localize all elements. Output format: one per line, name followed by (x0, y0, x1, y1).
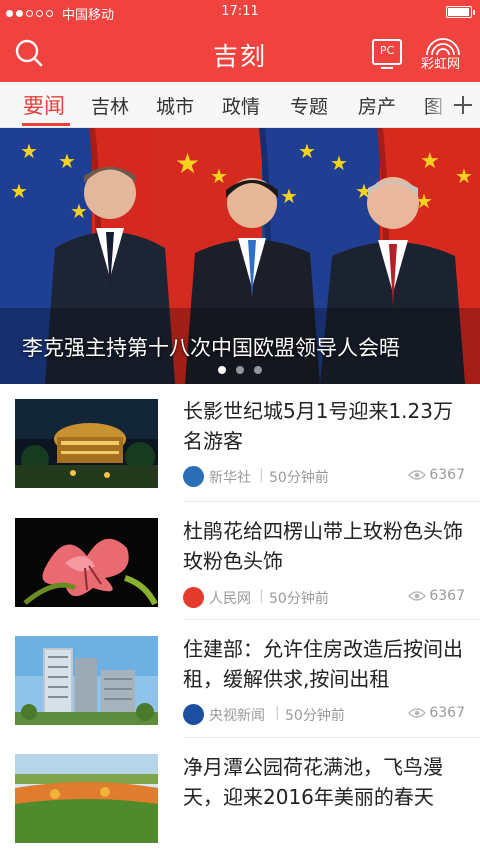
tab-jilin[interactable]: 吉林 (91, 92, 129, 119)
tab-politics[interactable]: 政情 (222, 92, 260, 119)
news-meta: 新华社 | 50分钟前 6367 (183, 466, 468, 488)
tab-special[interactable]: 专题 (290, 92, 328, 119)
list-item[interactable]: 净月潭公园荷花满池，飞鸟漫天，迎来2016年美丽的春天 (0, 738, 480, 856)
view-count: 6367 (408, 588, 465, 604)
add-channel-button[interactable] (446, 82, 480, 127)
source-logo-icon (183, 587, 204, 608)
news-headline: 住建部：允许住房改造后按间出租，缓解供求,按间出租 (183, 637, 463, 691)
tab-real-estate[interactable]: 房产 (358, 92, 396, 119)
news-headline: 净月潭公园荷花满池，飞鸟漫天，迎来2016年美丽的春天 (183, 755, 443, 809)
pagination-dot[interactable] (218, 366, 226, 374)
category-tabs: 要闻 吉林 城市 政情 专题 房产 图 (0, 82, 480, 128)
news-meta: 人民网 | 50分钟前 6367 (183, 587, 468, 609)
status-time: 17:11 (221, 4, 259, 19)
news-headline: 杜鹃花给四楞山带上玫粉色头饰玫粉色头饰 (183, 519, 463, 573)
svg-text:★: ★ (70, 199, 88, 223)
news-time: 50分钟前 (285, 708, 345, 724)
view-count: 6367 (408, 467, 465, 483)
view-count-value: 6367 (429, 588, 465, 604)
battery-icon (446, 6, 475, 18)
svg-text:★: ★ (210, 164, 228, 188)
news-thumbnail (15, 518, 158, 607)
pagination-dot[interactable] (254, 366, 262, 374)
svg-text:★: ★ (420, 149, 440, 174)
page-title: 吉刻 (212, 42, 267, 71)
list-item[interactable]: 杜鹃花给四楞山带上玫粉色头饰玫粉色头饰 人民网 | 50分钟前 6367 (0, 502, 480, 620)
news-time: 50分钟前 (269, 591, 329, 607)
source-logo-icon (183, 466, 204, 487)
separator: | (259, 467, 264, 483)
svg-text:★: ★ (10, 179, 28, 203)
svg-text:★: ★ (58, 149, 76, 173)
pc-button[interactable]: PC (372, 39, 402, 69)
svg-text:★: ★ (455, 164, 473, 188)
eye-icon (408, 470, 427, 480)
source-logo-icon (183, 704, 204, 725)
view-count-value: 6367 (429, 467, 465, 483)
news-source: 央视新闻 (209, 708, 265, 724)
status-bar: 中国移动 17:11 (0, 0, 480, 24)
view-count-value: 6367 (429, 705, 465, 721)
rainbow-label: 彩虹网 (421, 57, 461, 72)
news-thumbnail (15, 754, 158, 843)
separator: | (259, 588, 264, 604)
view-count: 6367 (408, 705, 465, 721)
svg-text:★: ★ (20, 139, 38, 163)
news-source: 新华社 (209, 470, 251, 486)
tab-yaowen[interactable]: 要闻 (23, 90, 65, 120)
banner-caption: 李克强主持第十八次中国欧盟领导人会晤 (22, 336, 400, 360)
separator: | (275, 705, 280, 721)
eye-icon (408, 708, 427, 718)
news-thumbnail (15, 399, 158, 488)
active-tab-indicator (22, 123, 70, 126)
banner-pagination (218, 366, 262, 374)
news-meta: 央视新闻 | 50分钟前 6367 (183, 704, 468, 726)
rainbow-site-button[interactable]: 彩虹网 (418, 36, 468, 72)
svg-text:★: ★ (298, 139, 316, 163)
svg-text:★: ★ (175, 147, 200, 180)
news-source: 人民网 (209, 591, 251, 607)
news-headline: 长影世纪城5月1号迎来1.23万名游客 (183, 399, 453, 453)
news-time: 50分钟前 (269, 470, 329, 486)
tab-city[interactable]: 城市 (156, 92, 194, 119)
app-header: 吉刻 PC 彩虹网 (0, 24, 480, 82)
svg-text:★: ★ (280, 184, 298, 208)
news-thumbnail (15, 636, 158, 725)
eye-icon (408, 591, 427, 601)
list-item[interactable]: 长影世纪城5月1号迎来1.23万名游客 新华社 | 50分钟前 6367 (0, 384, 480, 502)
svg-text:★: ★ (330, 151, 348, 175)
featured-banner[interactable]: ★ ★ ★ ★ ★ ★ ★ ★ ★ ★ ★ ★ ★ 李克强主持第十八次中国欧盟领… (0, 128, 480, 384)
list-item[interactable]: 住建部：允许住房改造后按间出租，缓解供求,按间出租 央视新闻 | 50分钟前 6… (0, 620, 480, 738)
pagination-dot[interactable] (236, 366, 244, 374)
